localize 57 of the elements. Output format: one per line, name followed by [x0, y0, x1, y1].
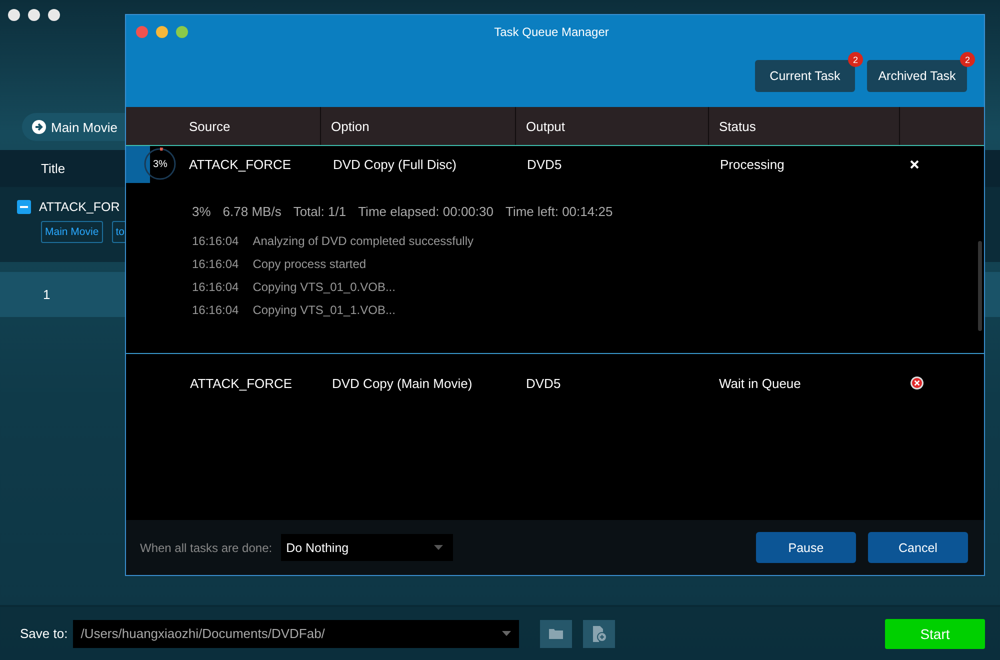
cancel-button[interactable]: Cancel — [868, 532, 968, 563]
path-field[interactable]: /Users/huangxiaozhi/Documents/DVDFab/ — [72, 620, 519, 648]
scrollbar[interactable] — [978, 241, 982, 331]
task-source: ATTACK_FORCE — [190, 376, 292, 390]
tag[interactable]: Main Movie — [41, 221, 103, 243]
disc-add-icon — [590, 626, 607, 642]
task-option: DVD Copy (Main Movie) — [332, 376, 472, 390]
log-message: Copy process started — [252, 257, 366, 271]
column-header: Title — [41, 161, 66, 176]
log-message: Analyzing of DVD completed successfully — [252, 234, 474, 248]
task-option: DVD Copy (Full Disc) — [333, 157, 457, 172]
remove-icon[interactable] — [910, 376, 924, 390]
column-header: Output — [526, 118, 566, 134]
task-row[interactable]: ATTACK_FORCE DVD Copy (Main Movie) DVD5 Wait in Queue — [126, 354, 984, 412]
log-time: 16:16:04 — [192, 280, 239, 294]
folder-icon — [548, 628, 563, 639]
when-done-label: When all tasks are done: — [140, 540, 272, 554]
title-name: ATTACK_FOR — [39, 200, 120, 214]
progress-stat: 6.78 MB/s — [222, 204, 282, 219]
log-time: 16:16:04 — [192, 234, 239, 248]
task-output: DVD5 — [526, 376, 561, 390]
column-header: Status — [719, 118, 756, 134]
caret-icon — [434, 545, 444, 550]
window-control[interactable] — [48, 9, 60, 21]
progress-ring-icon — [142, 146, 178, 182]
save-to-label: Save to: — [20, 626, 68, 641]
task-source: ATTACK_FORCE — [189, 157, 292, 172]
count-badge: 2 — [960, 52, 975, 67]
log-time: 16:16:04 — [192, 303, 239, 317]
progress-stat: 3% — [192, 204, 211, 219]
task-status: Processing — [720, 157, 784, 172]
add-disc-button[interactable] — [582, 620, 615, 648]
log-time: 16:16:04 — [192, 257, 239, 271]
close-icon[interactable] — [910, 160, 919, 169]
progress-stat: Time elapsed: 00:00:30 — [358, 204, 494, 219]
task-row[interactable] — [126, 146, 984, 354]
dialog-title: Task Queue Manager — [494, 25, 609, 39]
window-control[interactable] — [8, 9, 20, 21]
action-select[interactable]: Do Nothing — [281, 534, 454, 561]
count-badge: 2 — [848, 52, 863, 67]
log-message: Copying VTS_01_1.VOB... — [252, 303, 396, 317]
progress-stat: Time left: 00:14:25 — [505, 204, 613, 219]
column-header: Option — [331, 118, 370, 134]
task-status: Wait in Queue — [719, 376, 801, 390]
progress-label: 3% — [153, 159, 168, 170]
arrow-circle-icon — [32, 120, 46, 134]
log-message: Copying VTS_01_0.VOB... — [252, 280, 396, 294]
progress-stat: Total: 1/1 — [293, 204, 346, 219]
task-output: DVD5 — [527, 157, 562, 172]
task-tab[interactable]: Archived Task — [867, 60, 967, 92]
folder-button[interactable] — [540, 620, 572, 648]
column-header: Source — [189, 118, 230, 134]
window-control[interactable] — [28, 9, 40, 21]
caret-icon — [502, 631, 511, 636]
pause-button[interactable]: Pause — [756, 532, 856, 563]
minus-checkbox-icon[interactable] — [17, 200, 31, 214]
task-tab[interactable]: Current Task — [755, 60, 855, 92]
